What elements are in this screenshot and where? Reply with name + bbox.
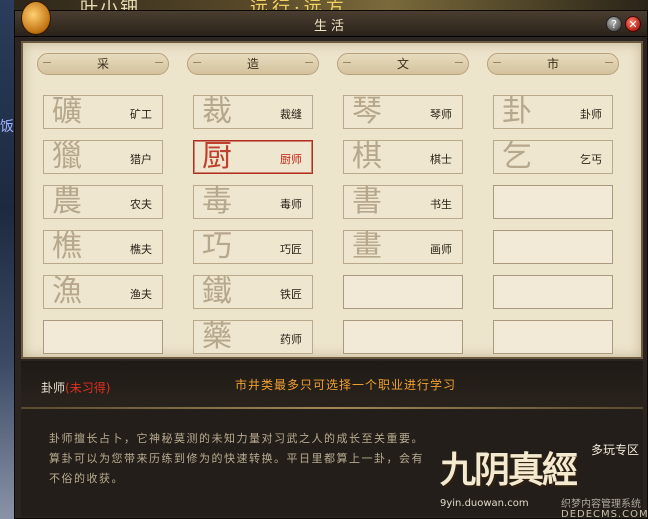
profession-slot[interactable]: 礦 矿工 [43, 94, 163, 129]
profession-name: 铁匠 [280, 288, 302, 301]
profession-glyph-icon: 獵 [52, 139, 82, 174]
empty-profession-slot [43, 320, 163, 354]
background-left-strip: 饭 [0, 0, 14, 519]
help-button[interactable]: ? [606, 16, 622, 32]
profession-slot[interactable]: 毒 毒师 [193, 184, 313, 219]
watermark-cn: 织梦内容管理系统 [561, 499, 641, 510]
profession-name: 毒师 [280, 198, 302, 211]
profession-glyph-icon: 樵 [52, 229, 82, 264]
profession-name: 琴师 [430, 108, 452, 121]
window-title: 生活 [313, 19, 348, 34]
profession-slot[interactable]: 棋 棋士 [343, 139, 463, 174]
profession-glyph-icon: 藥 [202, 319, 232, 354]
job-description: 卦师擅长占卜，它神秘莫测的未知力量对习武之人的成长至关重要。算卦可以为您带来历练… [49, 432, 424, 485]
profession-slot[interactable]: 裁 裁缝 [193, 94, 313, 129]
profession-slot[interactable]: 藥 药师 [193, 319, 313, 354]
column-header-0: 采 [37, 53, 169, 75]
profession-glyph-icon: 書 [352, 184, 382, 219]
job-name: 卦师 [41, 381, 66, 395]
profession-name: 乞丐 [580, 153, 602, 166]
column-header-2: 文 [337, 53, 469, 75]
brand-url: 9yin.duowan.com [440, 498, 529, 509]
empty-profession-slot [493, 185, 613, 219]
profession-name: 裁缝 [280, 108, 302, 121]
profession-name: 樵夫 [130, 243, 152, 256]
empty-profession-slot [343, 320, 463, 354]
life-skills-window: 生活 ? ✕ 采礦 矿工獵 猎户農 农夫樵 樵夫漁 渔夫 造裁 裁缝厨 厨师毒 毒师巧 巧匠鐵 铁匠藥… [14, 1, 648, 519]
profession-glyph-icon: 毒 [202, 184, 232, 219]
close-button[interactable]: ✕ [625, 16, 641, 32]
profession-slot[interactable]: 琴 琴师 [343, 94, 463, 129]
title-bar[interactable]: 生活 ? ✕ [15, 1, 647, 37]
profession-name: 厨师 [280, 153, 302, 166]
job-title: 卦师(未习得) [41, 379, 110, 396]
brand-tag: 多玩专区 [591, 443, 640, 457]
profession-glyph-icon: 鐵 [202, 274, 232, 309]
profession-glyph-icon: 棋 [352, 139, 382, 174]
profession-slot[interactable]: 獵 猎户 [43, 139, 163, 174]
profession-slot[interactable]: 漁 渔夫 [43, 274, 163, 309]
profession-glyph-icon: 礦 [52, 94, 82, 129]
watermark-en: DEDECMS.COM [561, 509, 648, 519]
profession-glyph-icon: 農 [52, 184, 82, 219]
profession-name: 巧匠 [280, 243, 302, 256]
profession-slot[interactable]: 巧 巧匠 [193, 229, 313, 264]
profession-slot[interactable]: 畫 画师 [343, 229, 463, 264]
profession-name: 药师 [280, 333, 302, 346]
profession-slot[interactable]: 樵 樵夫 [43, 229, 163, 264]
profession-glyph-icon: 裁 [202, 94, 232, 129]
brand-logo: 九阴真經 [440, 449, 578, 491]
profession-name: 农夫 [130, 198, 152, 211]
profession-glyph-icon: 漁 [52, 274, 82, 309]
job-status: 未习得 [69, 381, 106, 395]
empty-profession-slot [343, 275, 463, 309]
profession-slot[interactable]: 乞 乞丐 [493, 139, 613, 174]
profession-slot[interactable]: 厨 厨师 [193, 139, 313, 174]
profession-slot[interactable]: 農 农夫 [43, 184, 163, 219]
profession-glyph-icon: 卦 [502, 94, 532, 129]
profession-panel: 采礦 矿工獵 猎户農 农夫樵 樵夫漁 渔夫 造裁 裁缝厨 厨师毒 毒师巧 巧匠鐵 铁匠藥 药师 文琴 琴师棋… [21, 41, 643, 359]
profession-name: 书生 [430, 198, 452, 211]
empty-profession-slot [493, 230, 613, 264]
profession-glyph-icon: 乞 [502, 139, 532, 174]
profession-glyph-icon: 巧 [202, 229, 232, 264]
empty-profession-slot [493, 275, 613, 309]
profession-slot[interactable]: 鐵 铁匠 [193, 274, 313, 309]
profession-name: 卦师 [580, 108, 602, 121]
profession-slot[interactable]: 卦 卦师 [493, 94, 613, 129]
profession-glyph-icon: 厨 [202, 139, 232, 174]
profession-glyph-icon: 琴 [352, 94, 382, 129]
background-side-text: 饭 [0, 119, 14, 135]
profession-limit-notice: 市井类最多只可选择一个职业进行学习 [235, 378, 457, 392]
empty-profession-slot [493, 320, 613, 354]
profession-name: 棋士 [430, 153, 452, 166]
column-header-3: 市 [487, 53, 619, 75]
profession-name: 画师 [430, 243, 452, 256]
profession-name: 矿工 [130, 108, 152, 121]
profession-slot[interactable]: 書 书生 [343, 184, 463, 219]
job-status-close: ) [105, 381, 111, 395]
profession-name: 猎户 [130, 153, 152, 166]
column-header-1: 造 [187, 53, 319, 75]
profession-name: 渔夫 [130, 288, 152, 301]
profession-glyph-icon: 畫 [352, 229, 382, 264]
